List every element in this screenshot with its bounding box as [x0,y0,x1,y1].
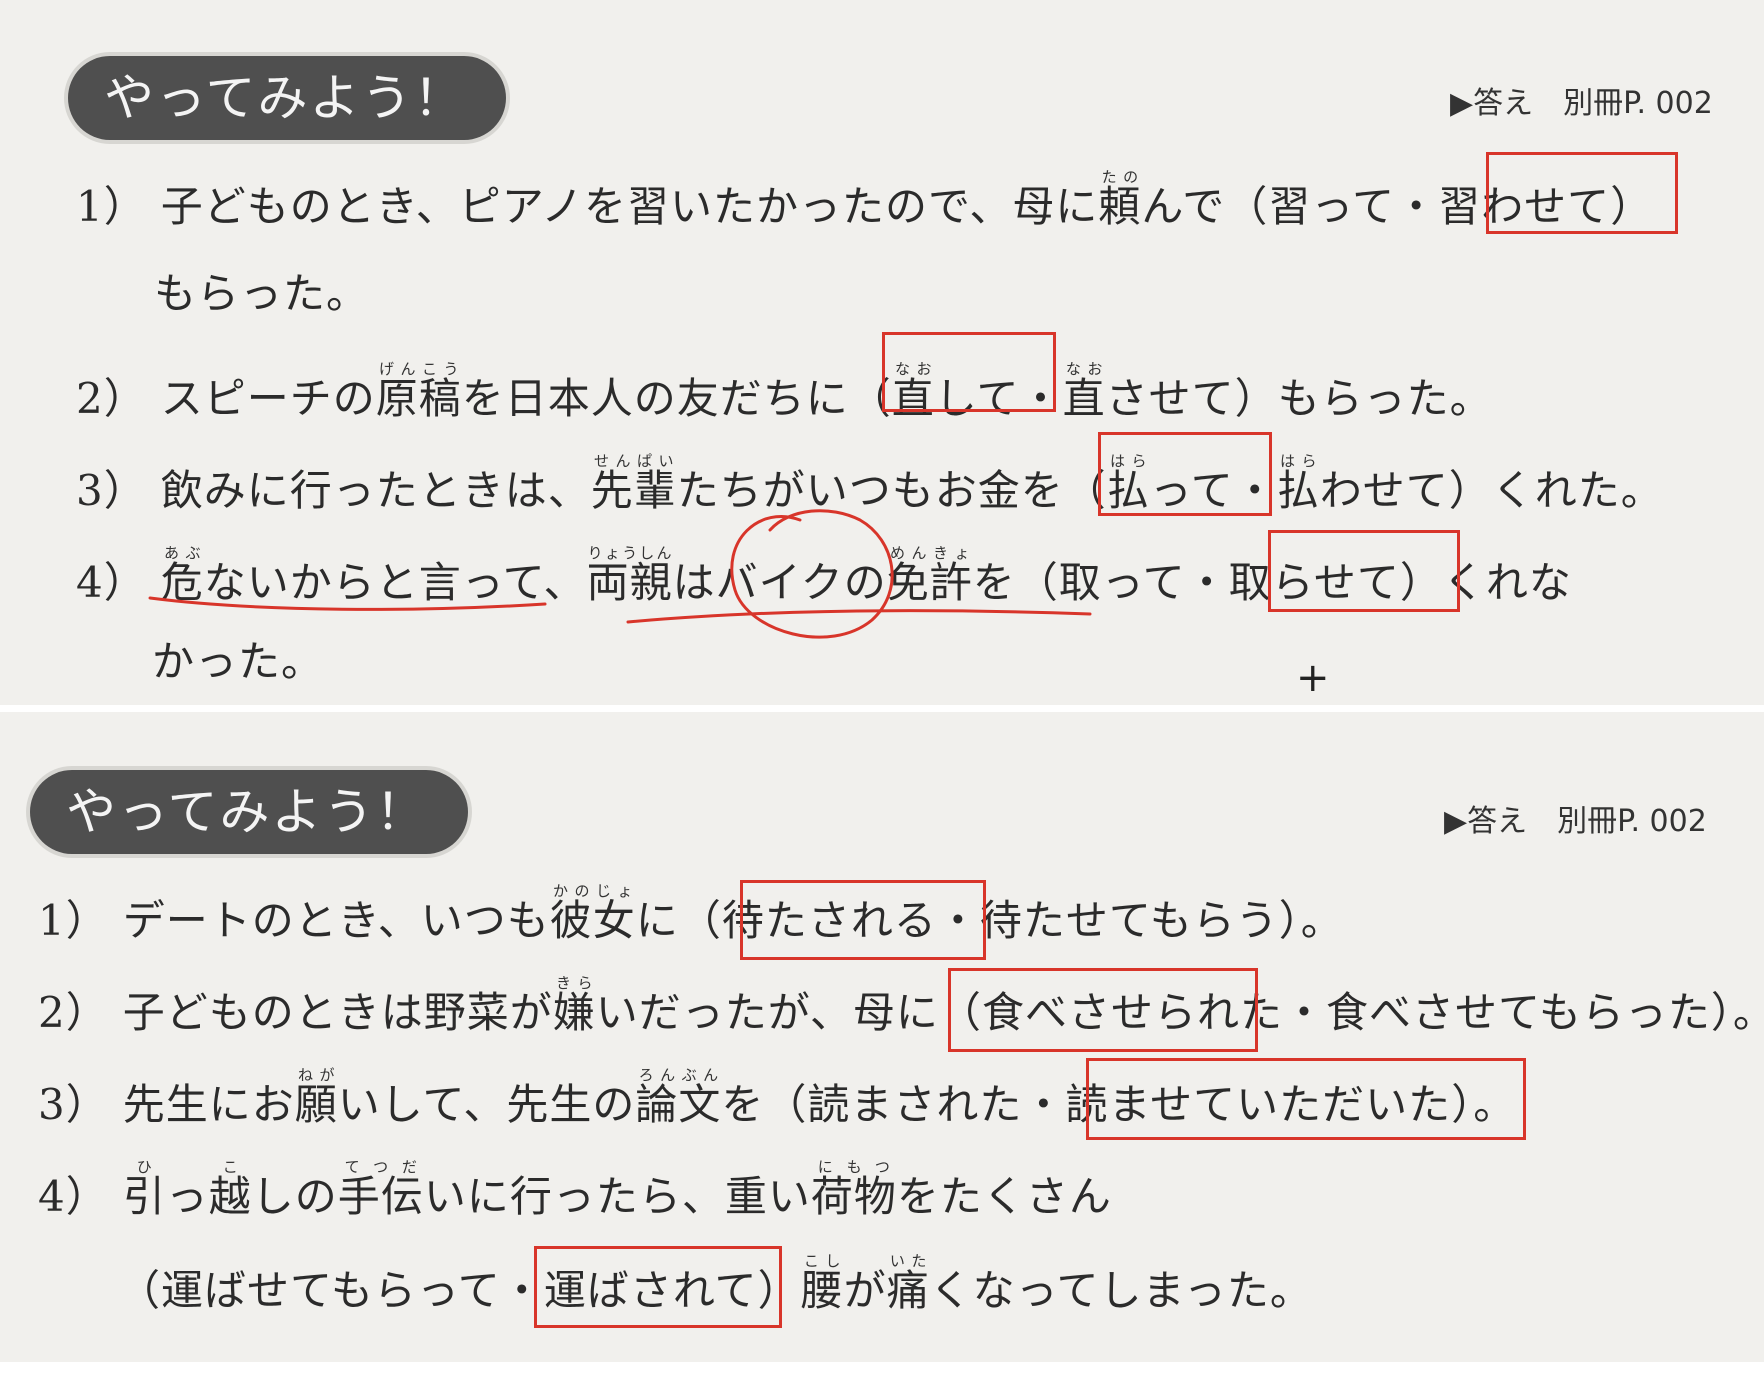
exercise-panel-2: やってみよう！ ▶答え 別冊P. 002 1） デートのとき、いつも彼女かのじょに… [0,712,1764,1362]
answer-box-q1 [740,880,986,960]
exercise-panel-1: やってみよう！ ▶答え 別冊P. 002 1） 子どものとき、ピアノを習いたかった… [0,0,1764,705]
answer-box-q4 [1268,530,1460,612]
answer-box-q1 [1486,152,1678,234]
answer-box-q4 [534,1246,782,1328]
answer-box-q3 [1098,432,1272,516]
answer-reference: ▶答え 別冊P. 002 [1444,804,1707,839]
answer-box-q2 [882,332,1056,412]
question-3: 3） 飲みに行ったときは、先輩せんぱいたちがいつもお金を（払はらって・払はらわせて… [76,452,1664,515]
answer-reference: ▶答え 別冊P. 002 [1450,86,1713,121]
question-2: 2） スピーチの原稿げんこうを日本人の友だちに（直なおして・直なおさせて）もらった… [76,360,1493,423]
question-1-continued: もらった。 [154,269,370,318]
exercise-badge: やってみよう！ [68,56,506,140]
crosshair-cursor-icon: + [1296,655,1330,701]
question-1: 1） 子どものとき、ピアノを習いたかったので、母に頼たのんで（習って・習わせて） [76,168,1654,231]
exercise-badge: やってみよう！ [30,770,468,854]
answer-box-q2 [948,968,1258,1052]
page-bottom-margin [0,1362,1764,1400]
question-2: 2） 子どものときは野菜が嫌きらいだったが、母に（食べさせられた・食べさせてもらっ… [38,974,1764,1037]
question-4-continued: かった。 [152,637,325,686]
question-4: 4） 引ひっ越こしの手伝てつだいに行ったら、重い荷物にもつをたくさん [38,1158,1112,1221]
underline-object [626,609,1092,624]
answer-box-q3 [1086,1058,1526,1140]
question-1: 1） デートのとき、いつも彼女かのじょに（待たされる・待たせてもらう）。 [38,882,1344,945]
